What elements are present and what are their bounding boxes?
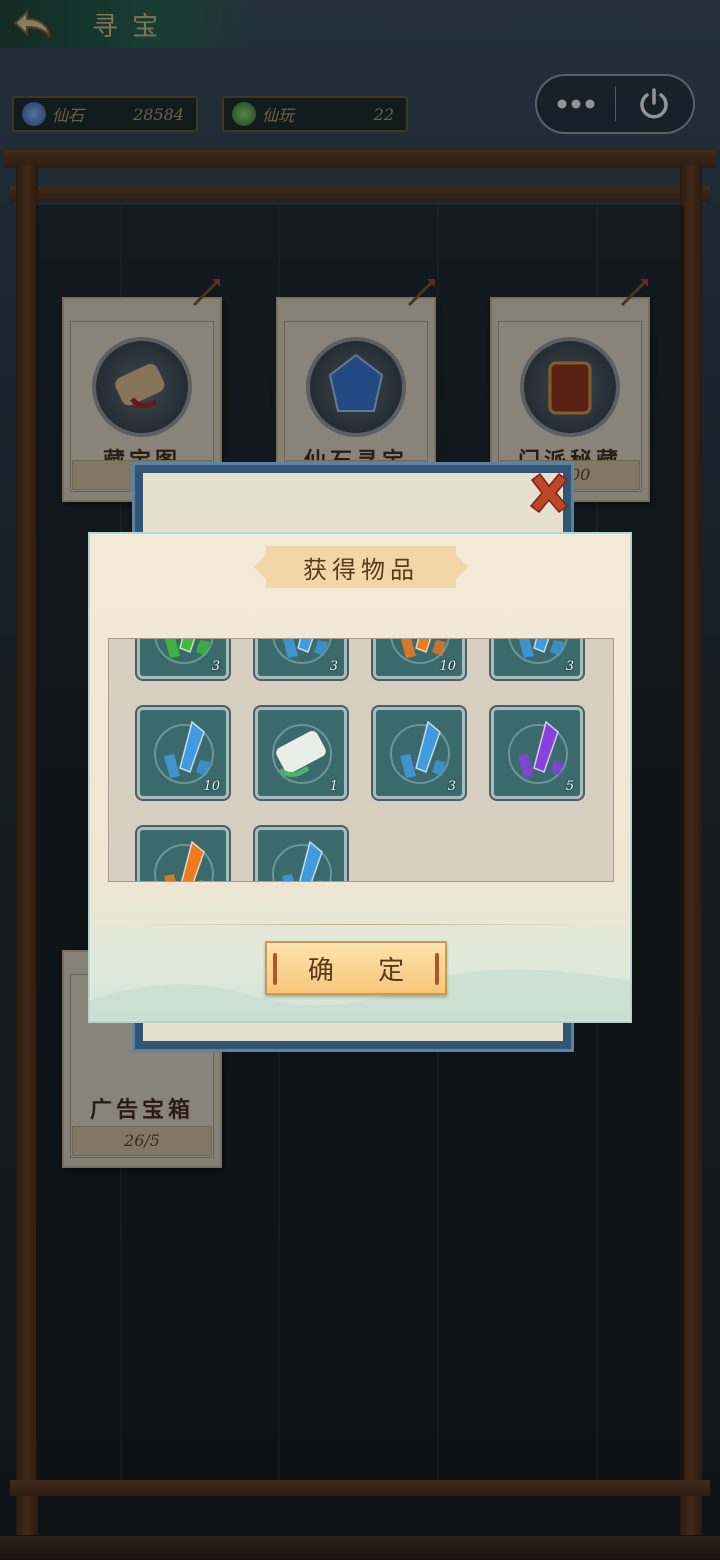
crystal-icon (164, 840, 205, 881)
reward-dialog: 获得物品 3 3 10 3 10 1 3 5 确 定 (88, 532, 632, 1023)
confirm-label: 确 定 (307, 955, 423, 986)
item-quantity: 10 (203, 779, 220, 794)
button-deco-right (435, 953, 439, 985)
reward-item[interactable] (137, 827, 229, 881)
close-x-icon[interactable] (526, 470, 572, 516)
reward-item[interactable]: 5 (491, 707, 583, 799)
reward-item[interactable]: 3 (491, 639, 583, 679)
reward-item[interactable] (255, 827, 347, 881)
reward-item[interactable]: 10 (137, 707, 229, 799)
reward-item[interactable]: 3 (137, 639, 229, 679)
reward-item[interactable]: 1 (255, 707, 347, 799)
item-quantity: 3 (329, 659, 338, 674)
dialog-divider (130, 924, 590, 925)
item-quantity: 10 (439, 659, 456, 674)
item-quantity: 3 (211, 659, 220, 674)
item-quantity: 5 (565, 779, 574, 794)
reward-item[interactable]: 3 (373, 707, 465, 799)
dialog-title: 获得物品 (266, 546, 456, 588)
reward-item[interactable]: 3 (255, 639, 347, 679)
item-quantity: 1 (329, 779, 338, 794)
reward-item-grid[interactable]: 3 3 10 3 10 1 3 5 (108, 638, 614, 882)
reward-item[interactable]: 10 (373, 639, 465, 679)
crystal-icon (282, 840, 323, 881)
confirm-button[interactable]: 确 定 (265, 941, 447, 995)
button-deco-left (273, 953, 277, 985)
item-quantity: 3 (565, 659, 574, 674)
item-quantity: 3 (447, 779, 456, 794)
